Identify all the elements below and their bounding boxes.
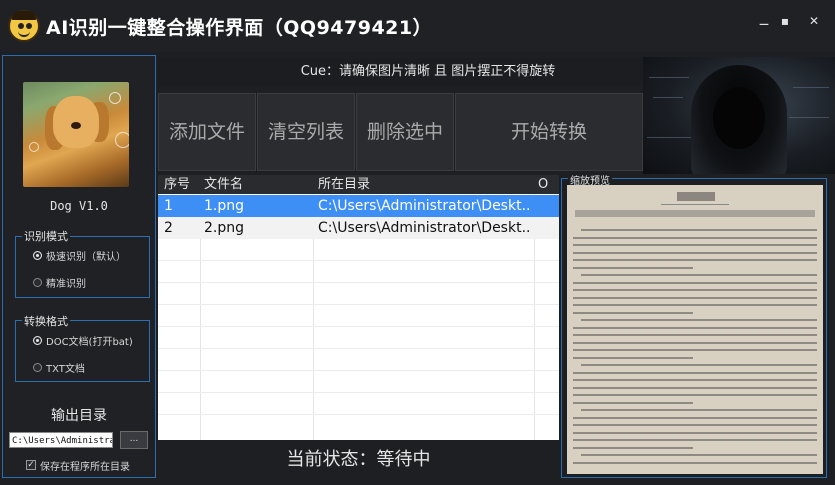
preview-text-line — [573, 416, 817, 419]
row-directory: C:\Users\Administrator\Deskt... — [318, 198, 530, 214]
preview-text-line — [573, 296, 817, 299]
clear-list-button[interactable]: 清空列表 — [257, 93, 355, 171]
format-group-title: 转换格式 — [22, 313, 70, 329]
dog-avatar-image — [23, 82, 129, 187]
preview-text-line — [573, 304, 817, 306]
preview-text-line — [573, 281, 817, 284]
minimize-button[interactable]: ▪ — [776, 12, 794, 30]
close-button[interactable]: ✕ — [805, 12, 823, 30]
row-index: 2 — [164, 220, 173, 236]
preview-text-line — [573, 401, 693, 404]
file-list-table[interactable]: 1 1.png C:\Users\Administrator\Deskt... … — [158, 175, 559, 440]
preview-text-line — [573, 371, 817, 374]
preview-text-line — [573, 326, 817, 329]
preview-text-line — [573, 394, 817, 396]
preview-text-line — [573, 424, 817, 426]
add-file-button[interactable]: 添加文件 — [158, 93, 256, 171]
menu-icon[interactable]: ⚊ — [755, 12, 773, 30]
preview-text-line — [573, 341, 817, 344]
preview-text-line — [573, 431, 817, 434]
delete-selected-button[interactable]: 删除选中 — [356, 93, 454, 171]
status-text: 当前状态：等待中 — [286, 449, 431, 470]
radio-accurate-mode-label[interactable]: 精准识别 — [46, 275, 86, 290]
recognition-mode-title: 识别模式 — [22, 228, 70, 244]
radio-fast-mode-label[interactable]: 极速识别（默认） — [46, 248, 126, 263]
cue-text: Cue：请确保图片清晰 且 图片摆正不得旋转 — [158, 58, 698, 86]
row-filename: 2.png — [204, 220, 245, 236]
preview-text-line — [573, 244, 817, 246]
preview-text-line — [573, 356, 693, 359]
hooded-figure-image — [643, 57, 835, 174]
start-convert-button[interactable]: 开始转换 — [455, 93, 643, 171]
save-in-program-dir-checkbox[interactable]: ✓ — [26, 460, 36, 470]
table-row[interactable]: 1 1.png C:\Users\Administrator\Deskt... — [158, 195, 559, 217]
header-directory[interactable]: 所在目录 — [318, 175, 370, 194]
version-label: Dog V1.0 — [50, 199, 108, 213]
preview-text-line — [573, 386, 817, 389]
output-dir-label: 输出目录 — [51, 408, 107, 424]
preview-text-line — [581, 409, 817, 411]
preview-text-line — [573, 446, 693, 449]
preview-text-line — [573, 236, 817, 239]
header-index[interactable]: 序号 — [164, 175, 190, 194]
row-filename: 1.png — [204, 198, 245, 214]
radio-doc-format[interactable] — [33, 336, 42, 345]
window-title: AI识别一键整合操作界面（QQ9479421） — [46, 17, 433, 39]
radio-txt-format[interactable] — [33, 363, 42, 372]
radio-accurate-mode[interactable] — [33, 278, 42, 287]
preview-text-line — [573, 251, 817, 254]
preview-text-line — [573, 266, 693, 269]
browse-button[interactable]: ... — [120, 431, 148, 449]
table-header: 序号 文件名 所在目录 O — [158, 175, 559, 194]
preview-text-line — [573, 439, 817, 441]
radio-fast-mode[interactable] — [33, 251, 42, 260]
preview-text-line — [573, 461, 817, 464]
radio-txt-format-label[interactable]: TXT文档 — [46, 360, 85, 375]
preview-text-line — [581, 454, 817, 456]
preview-text-line — [581, 274, 817, 276]
save-in-program-dir-label[interactable]: 保存在程序所在目录 — [40, 458, 130, 473]
preview-text-line — [581, 319, 817, 321]
preview-text-line — [581, 364, 817, 366]
preview-text-line — [573, 334, 817, 336]
preview-text-line — [573, 289, 817, 291]
radio-doc-format-label[interactable]: DOC文档(打开bat) — [46, 333, 133, 348]
preview-text-line — [581, 229, 817, 231]
row-index: 1 — [164, 198, 173, 214]
table-row[interactable]: 2 2.png C:\Users\Administrator\Deskt... — [158, 217, 559, 239]
preview-text-line — [573, 379, 817, 381]
preview-text-line — [573, 259, 817, 261]
app-logo-icon — [8, 10, 40, 42]
header-status[interactable]: O — [538, 175, 548, 194]
header-filename[interactable]: 文件名 — [204, 175, 243, 194]
row-directory: C:\Users\Administrator\Deskt... — [318, 220, 530, 236]
preview-text-line — [573, 349, 817, 351]
preview-image — [567, 185, 823, 474]
preview-text-line — [573, 311, 693, 314]
output-dir-input[interactable]: C:\Users\Administra — [9, 432, 113, 448]
